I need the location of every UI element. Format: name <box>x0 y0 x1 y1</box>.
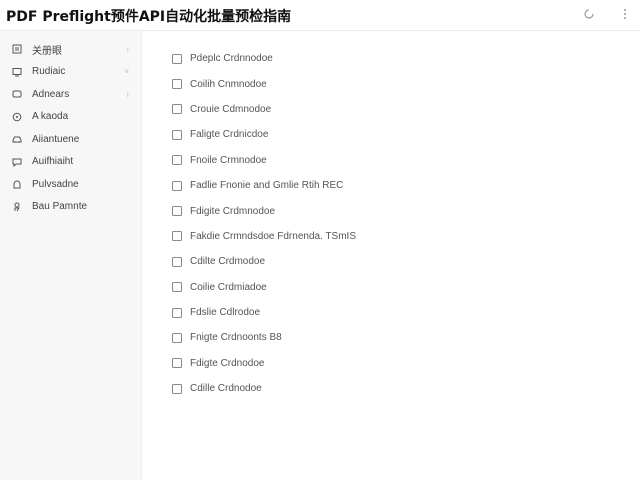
window-icon <box>12 89 22 99</box>
chevron-down-icon: ˅ <box>124 67 129 77</box>
monitor-icon <box>12 67 22 77</box>
divider-mark: ı <box>126 89 129 99</box>
checkbox[interactable] <box>172 307 182 318</box>
list-item[interactable]: Fnigte Crdnoonts B8 <box>172 325 356 350</box>
list-item-label: Fdslie Cdlrodoe <box>190 307 261 319</box>
lock-icon <box>12 179 22 189</box>
more-icon[interactable] <box>618 7 632 21</box>
sidebar-item-label: Pulvsadne <box>32 178 79 190</box>
checkbox[interactable] <box>172 180 182 191</box>
list-item[interactable]: Fakdie Crmndsdoe Fdrnenda. TSmIS <box>172 224 356 249</box>
list-item[interactable]: Fdigte Crdnodoe <box>172 351 356 376</box>
checkbox[interactable] <box>172 332 182 343</box>
person-icon <box>12 202 22 212</box>
list-item-label: Fdigite Crdmnodoe <box>190 205 276 217</box>
list-item-label: Fdigte Crdnodoe <box>190 357 265 369</box>
sidebar-item-2[interactable]: Rudiaic ˅ <box>0 61 141 84</box>
list-item[interactable]: Cdille Crdnodoe <box>172 376 356 401</box>
sidebar-item-3[interactable]: Adnears ı <box>0 83 141 106</box>
list-item-label: Cdille Crdnodoe <box>190 383 262 395</box>
sidebar-item-label: Aiiantuene <box>32 133 80 145</box>
list-item-label: Coilie Crdmiadoe <box>190 281 267 293</box>
checkbox[interactable] <box>172 358 182 369</box>
list-item-label: Coilih Cnmnodoe <box>190 78 267 90</box>
chat-icon <box>12 157 22 167</box>
refresh-icon[interactable] <box>582 7 596 21</box>
checkbox[interactable] <box>172 79 182 90</box>
window-title: PDF Preflight预件API自动化批量预检指南 <box>6 9 292 25</box>
main-content: Pdeplc Crdnnodoe Coilih Cnmnodoe Crouie … <box>143 31 640 480</box>
checklist: Pdeplc Crdnnodoe Coilih Cnmnodoe Crouie … <box>172 46 356 401</box>
chevron-icon: › <box>126 44 129 54</box>
app-window: PDF Preflight预件API自动化批量预检指南 关册眼 › Rudiai… <box>0 0 640 480</box>
sidebar-item-7[interactable]: Pulvsadne <box>0 173 141 196</box>
checkbox[interactable] <box>172 231 182 242</box>
checkbox[interactable] <box>172 282 182 293</box>
list-item-label: Crouie Cdmnodoe <box>190 103 272 115</box>
sidebar-item-label: Adnears <box>32 88 70 100</box>
sidebar-item-label: Rudiaic <box>32 66 66 78</box>
sidebar-item-4[interactable]: A kaoda <box>0 106 141 129</box>
list-item[interactable]: Fdigite Crdmnodoe <box>172 198 356 223</box>
list-item[interactable]: Coilih Cnmnodoe <box>172 71 356 96</box>
list-item[interactable]: Fadlie Fnonie and Gmlie Rtih REC <box>172 173 356 198</box>
list-item-label: Pdeplc Crdnnodoe <box>190 53 273 65</box>
list-item-label: Fakdie Crmndsdoe Fdrnenda. TSmIS <box>190 230 357 242</box>
sidebar-item-label: Auifhiaiht <box>32 156 74 168</box>
compass-icon <box>12 112 22 122</box>
list-item-label: Cdilte Crdmodoe <box>190 256 266 268</box>
car-icon <box>12 134 22 144</box>
list-item[interactable]: Pdeplc Crdnnodoe <box>172 46 356 71</box>
checkbox[interactable] <box>172 129 182 140</box>
document-icon <box>12 44 22 54</box>
checkbox[interactable] <box>172 206 182 217</box>
sidebar: 关册眼 › Rudiaic ˅ Adnears ı A kaoda Aiiant… <box>0 31 142 480</box>
sidebar-item-label: Bau Pamnte <box>32 201 88 213</box>
title-bar-controls <box>582 7 632 21</box>
checkbox[interactable] <box>172 256 182 267</box>
checkbox[interactable] <box>172 383 182 394</box>
sidebar-item-5[interactable]: Aiiantuene <box>0 128 141 151</box>
list-item[interactable]: Fnoile Crmnodoe <box>172 148 356 173</box>
list-item[interactable]: Coilie Crdmiadoe <box>172 275 356 300</box>
checkbox[interactable] <box>172 155 182 166</box>
list-item[interactable]: Fdslie Cdlrodoe <box>172 300 356 325</box>
title-bar: PDF Preflight预件API自动化批量预检指南 <box>0 0 640 31</box>
sidebar-item-8[interactable]: Bau Pamnte <box>0 196 141 219</box>
sidebar-item-6[interactable]: Auifhiaiht <box>0 151 141 174</box>
sidebar-item-label: A kaoda <box>32 111 69 123</box>
list-item-label: Faligte Crdnicdoe <box>190 129 269 141</box>
sidebar-item-1[interactable]: 关册眼 › <box>0 38 141 61</box>
checkbox[interactable] <box>172 53 182 64</box>
checkbox[interactable] <box>172 104 182 115</box>
sidebar-item-label: 关册眼 <box>32 45 62 57</box>
list-item[interactable]: Cdilte Crdmodoe <box>172 249 356 274</box>
list-item-label: Fadlie Fnonie and Gmlie Rtih REC <box>190 180 344 192</box>
list-item-label: Fnoile Crmnodoe <box>190 154 267 166</box>
list-item[interactable]: Crouie Cdmnodoe <box>172 97 356 122</box>
list-item[interactable]: Faligte Crdnicdoe <box>172 122 356 147</box>
list-item-label: Fnigte Crdnoonts B8 <box>190 332 282 344</box>
